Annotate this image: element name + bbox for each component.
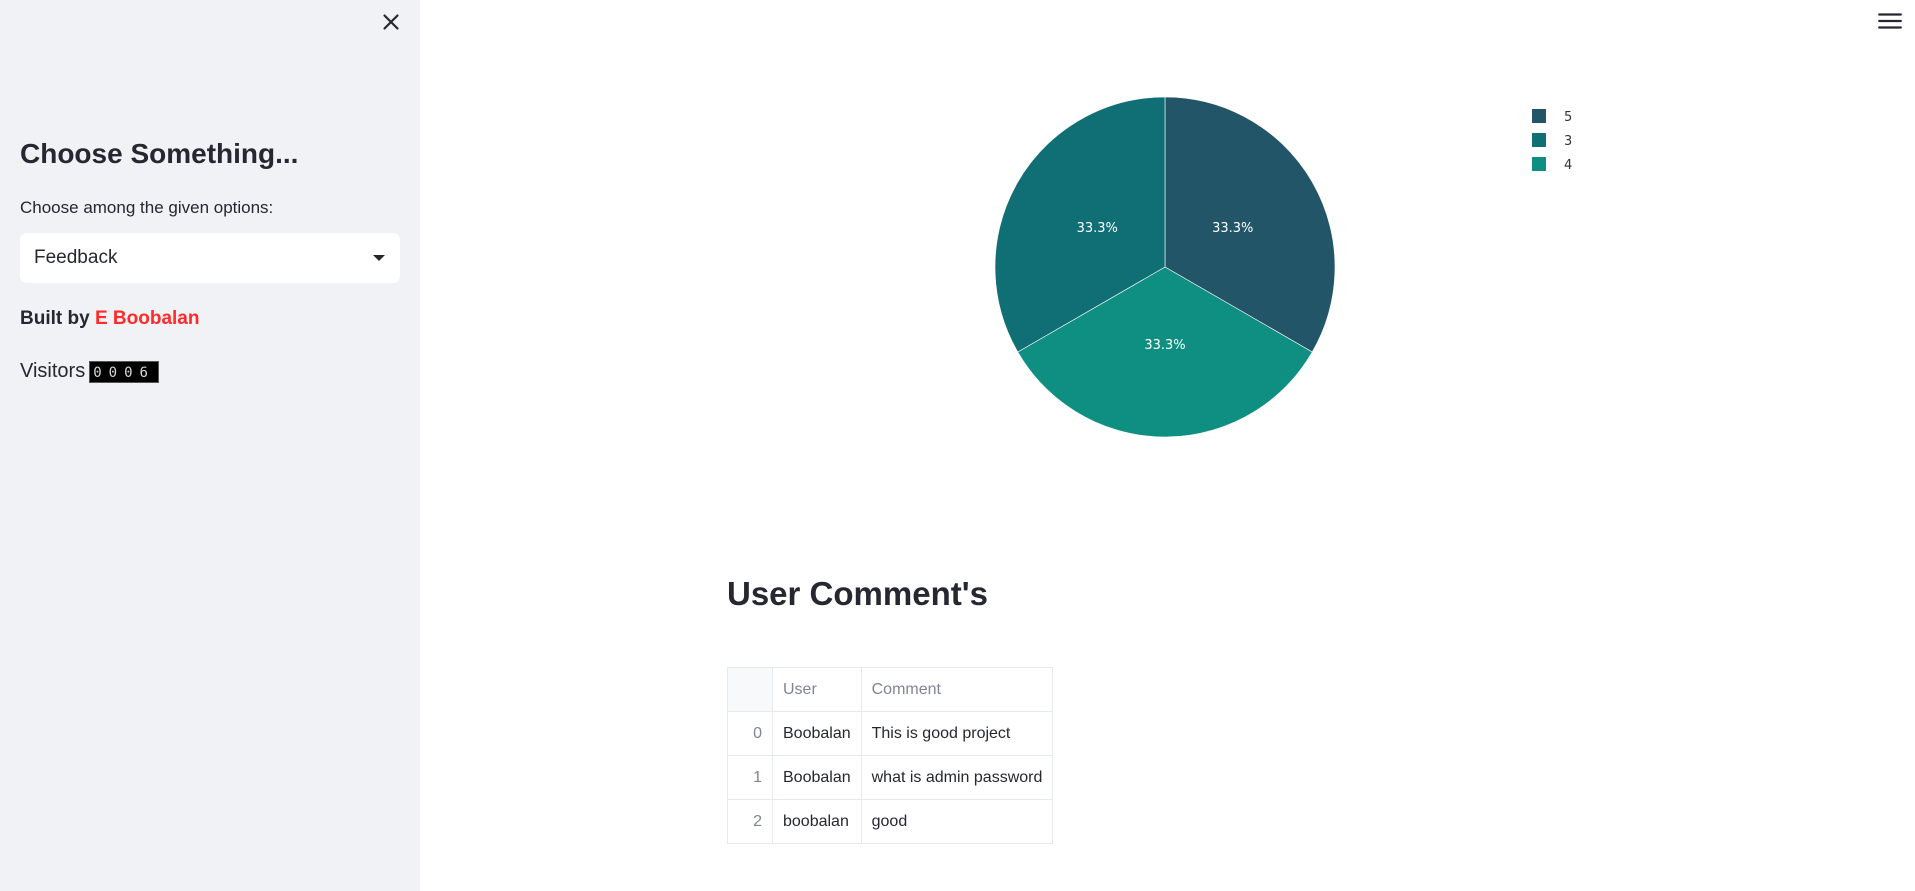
close-sidebar-button[interactable]	[378, 9, 404, 35]
sidebar-title: Choose Something...	[20, 138, 299, 169]
row-user: boobalan	[772, 799, 862, 844]
select-label: Choose among the given options:	[20, 198, 274, 217]
comments-title: User Comment's	[727, 575, 988, 612]
table-header-row: User Comment	[727, 667, 1054, 712]
hamburger-menu-icon	[1878, 13, 1902, 29]
comments-table: User Comment 0 Boobalan This is good pro…	[727, 667, 1054, 844]
visitors-label: Visitors	[20, 360, 86, 382]
caret-down-icon	[373, 255, 385, 261]
row-user: Boobalan	[772, 755, 862, 800]
legend-label-3[interactable]: 3	[1564, 134, 1572, 149]
pie-slice-label-4: 33.3%	[1144, 338, 1185, 353]
row-user: Boobalan	[772, 711, 862, 756]
selected-option: Feedback	[34, 247, 118, 268]
legend-swatch-5[interactable]	[1532, 109, 1546, 123]
row-comment: This is good project	[860, 711, 1054, 756]
main-menu-button[interactable]	[1877, 10, 1903, 32]
legend-swatch-3[interactable]	[1532, 133, 1546, 147]
row-index: 0	[727, 711, 773, 756]
row-index: 2	[727, 799, 773, 844]
table-header-comment: Comment	[860, 667, 1054, 712]
table-header-index	[727, 667, 773, 712]
built-by: Built by E Boobalan	[20, 308, 199, 330]
author-link[interactable]: E Boobalan	[95, 308, 200, 329]
table-row: 2 boobalan good	[727, 799, 1054, 844]
option-select[interactable]: Feedback	[20, 233, 400, 283]
row-comment: what is admin password	[860, 755, 1054, 800]
sidebar: Choose Something... Choose among the giv…	[0, 0, 420, 891]
visitor-counter: 0006	[89, 360, 159, 383]
visitors: Visitors 0006	[20, 360, 159, 383]
legend-label-5[interactable]: 5	[1564, 110, 1572, 125]
close-icon	[383, 14, 399, 30]
legend-swatch-4[interactable]	[1532, 157, 1546, 171]
table-row: 1 Boobalan what is admin password	[727, 755, 1054, 800]
built-by-prefix: Built by	[20, 308, 90, 329]
pie-chart: 33.3% 33.3% 33.3% 5 3 4	[994, 96, 1572, 438]
row-comment: good	[860, 799, 1054, 844]
row-index: 1	[727, 755, 773, 800]
table-header-user: User	[772, 667, 862, 712]
pie-slice-label-3: 33.3%	[1077, 221, 1118, 236]
legend-label-4[interactable]: 4	[1564, 158, 1572, 173]
table-row: 0 Boobalan This is good project	[727, 711, 1054, 756]
pie-slice-label-5: 33.3%	[1212, 221, 1253, 236]
